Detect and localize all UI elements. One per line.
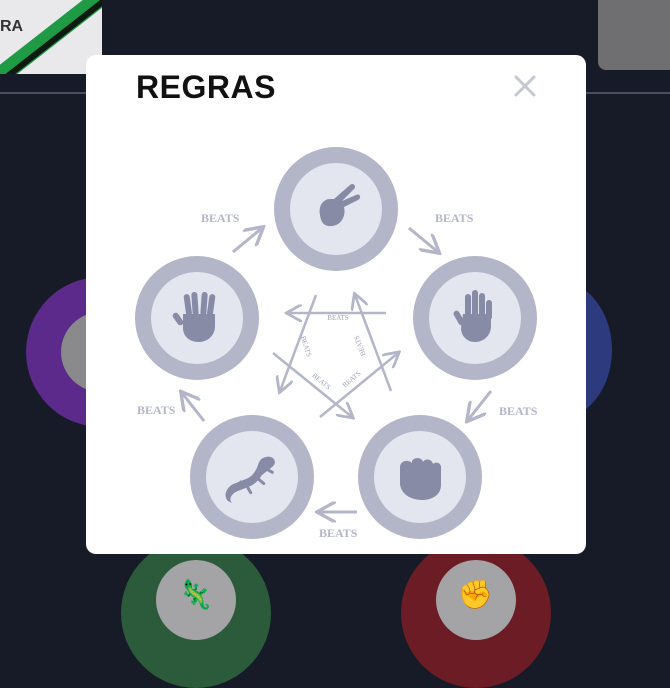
rules-diagram: BEATS BEATS BEATS BEATS BEATS BEATS BEAT… — [135, 147, 538, 540]
inner-beats-label: BEATS — [341, 369, 363, 389]
rock-chip-bg: ✊ — [401, 538, 551, 688]
score-box — [598, 0, 670, 70]
logo-text: RA — [0, 18, 24, 35]
inner-beats-label: BEATS — [311, 372, 333, 392]
outer-beats-label: BEATS — [499, 404, 538, 418]
outer-beats-label: BEATS — [201, 211, 240, 225]
scissors-choice — [274, 147, 398, 271]
inner-beats-label: BEATS — [299, 335, 313, 358]
lizard-chip-bg: 🦎 — [121, 538, 271, 688]
outer-beats-label: BEATS — [319, 526, 358, 540]
arrow-paper-rock — [468, 390, 493, 420]
lizard-icon: 🦎 — [178, 579, 213, 610]
rock-choice — [358, 415, 482, 539]
inner-beats-label: BEATS — [327, 314, 349, 322]
outer-beats-label: BEATS — [435, 211, 474, 225]
paper-choice — [413, 256, 537, 380]
rock-fist-icon: ✊ — [458, 579, 493, 610]
rules-modal: REGRAS BEATS BEATS BEATS BEATS BEATS BEA… — [86, 55, 586, 554]
rock-fist-icon — [400, 458, 442, 500]
arrow-spock-rock — [272, 352, 352, 417]
arrow-scissors-paper — [408, 226, 438, 252]
arrow-spock-scissors — [232, 228, 262, 254]
inner-beats-label: BEATS — [353, 334, 368, 357]
close-button[interactable] — [510, 71, 540, 101]
outer-beats-label: BEATS — [137, 403, 176, 417]
lizard-choice — [190, 415, 314, 539]
arrow-lizard-spock — [182, 393, 206, 422]
close-icon — [514, 75, 536, 97]
spock-choice — [135, 256, 259, 380]
